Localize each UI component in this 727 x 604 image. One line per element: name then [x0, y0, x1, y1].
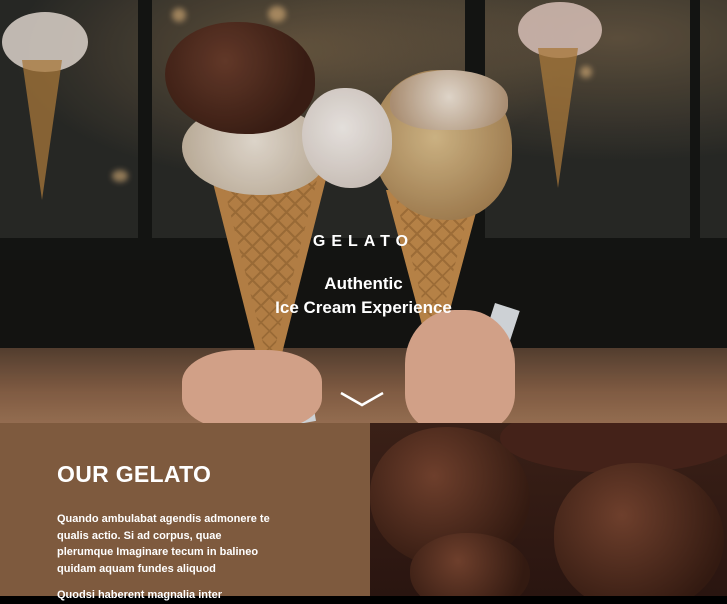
hero-section: GELATO Authentic Ice Cream Experience [0, 0, 727, 423]
chevron-down-icon[interactable] [339, 390, 385, 408]
brand-name: GELATO [312, 233, 415, 250]
about-paragraph: Quando ambulabat agendis admonere te qua… [57, 513, 270, 575]
tagline-line-2: Ice Cream Experience [275, 298, 452, 317]
section-title: OUR GELATO [57, 461, 212, 487]
about-section: OUR GELATO Quando ambulabat agendis admo… [0, 423, 370, 601]
about-paragraph: Quodsi haberent magnalia inter [57, 589, 223, 601]
tagline-line-1: Authentic [324, 274, 403, 293]
chocolate-gelato-image [370, 423, 727, 596]
hero-tagline: Authentic Ice Cream Experience [0, 272, 727, 320]
